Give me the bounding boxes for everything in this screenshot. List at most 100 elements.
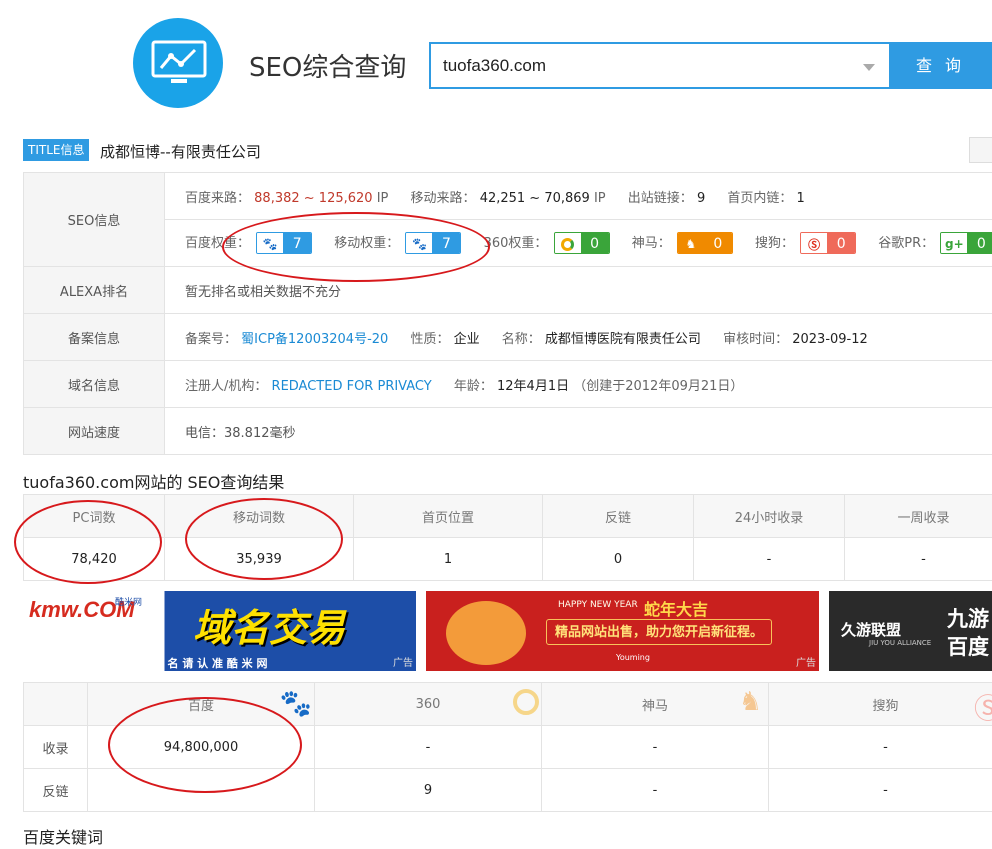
info-table: SEO信息 百度来路： 88,382 ~ 125,620 IP 移动来路： 42… [23,172,992,455]
brand-title: SEO综合查询 [249,53,407,83]
ad-tag: 广告 [796,658,816,669]
pc-words-value[interactable]: 78,420 [23,537,165,581]
mobile-traffic-label: 移动来路： [410,190,476,206]
shenma-horse-icon: ♞ [677,233,704,254]
ad-banner-kmw[interactable]: kmw.COM 酷米网 域名交易 买 卖 域 名 请 认 准 酷 米 网 广告 [23,591,416,671]
baidu-header: 百度 [187,698,214,714]
baidu-backlinks-value [87,768,315,812]
weight360-badge[interactable]: 0 [553,232,610,255]
col-pc-words: PC词数 [23,494,165,538]
weight360-label: 360权重： [483,235,548,251]
mobile-weight-value: 7 [432,233,461,254]
google-plus-icon: g+ [941,233,968,254]
sogou-header: 搜狗 [872,698,899,714]
baidu-weight-badge[interactable]: 🐾 7 [256,232,313,255]
360-index-value: - [314,725,542,769]
ip-unit: IP [376,190,389,206]
site-logo[interactable] [133,18,223,108]
nature-label: 性质： [410,331,450,347]
backlinks-value[interactable]: 0 [542,537,694,581]
ad2-main: 精品网站出售，助力您开启新征程。 [546,619,773,645]
created-date: （创建于2012年09月21日） [573,378,744,394]
google-pr-badge[interactable]: g+ 0 [940,232,992,255]
outbound-value[interactable]: 9 [697,191,705,206]
nature-value: 企业 [453,331,480,347]
sogou-index-value: - [768,725,992,769]
company-name-label: 名称： [501,331,541,347]
ad3-brand: 久游联盟 [841,621,902,639]
col-24h-index: 24小时收录 [693,494,845,538]
360-icon [513,689,539,715]
google-label: 谷歌PR： [878,235,935,251]
layers-icon[interactable] [969,137,992,163]
google-value: 0 [967,233,992,254]
24h-index-value: - [693,537,845,581]
alexa-value: 暂无排名或相关数据不充分 [164,266,992,314]
corner-cell [23,682,88,726]
registrant-link[interactable]: REDACTED FOR PRIVACY [272,379,432,394]
col-360: 360 [314,682,542,726]
mobile-traffic-value[interactable]: 42,251 ~ 70,869 [480,191,590,206]
search-button[interactable]: 查 询 [889,42,992,89]
home-links-label: 首页内链： [727,190,793,206]
shenma-badge[interactable]: ♞ 0 [676,232,733,255]
ad3-sub: JIU YOU ALLIANCE [869,639,932,647]
col-home-position: 首页位置 [353,494,543,538]
registrant-label: 注册人/机构： [185,378,268,394]
alexa-label: ALEXA排名 [23,266,165,314]
shenma-index-value: - [541,725,769,769]
dropdown-icon[interactable] [863,64,875,71]
ad-banner-newyear[interactable]: HAPPY NEW YEAR 蛇年大吉 精品网站出售，助力您开启新征程。 You… [426,591,819,671]
baidu-weight-label: 百度权重： [185,235,251,251]
row-index-label: 收录 [23,725,88,769]
icp-link[interactable]: 蜀ICP备12003204号-20 [241,332,388,347]
sogou-s-icon: Ⓢ [973,692,992,725]
mobile-weight-label: 移动权重： [334,235,400,251]
audit-time-value: 2023-09-12 [792,331,868,347]
age-value: 12年4月1日 [497,378,570,394]
col-mobile-words: 移动词数 [164,494,354,538]
shenma-label: 神马： [631,235,671,251]
home-position-value[interactable]: 1 [353,537,543,581]
paw-icon: 🐾 [406,233,433,254]
ad-banner-jiuyou[interactable]: 久游联盟 JIU YOU ALLIANCE 九游 百度 [829,591,992,671]
ip-unit: IP [593,190,606,206]
icp-label: 备案号： [185,331,238,347]
home-links-value[interactable]: 1 [797,191,805,206]
page-title-text: 成都恒博--有限责任公司 [100,143,261,161]
paw-icon: 🐾 [257,233,284,254]
ad3-side: 九游 [947,607,989,631]
kmw-logo-small: 酷米网 [115,598,143,608]
mobile-weight-badge[interactable]: 🐾 7 [405,232,462,255]
outbound-label: 出站链接： [627,190,693,206]
speed-value: 电信：38.812毫秒 [164,407,992,455]
baidu-index-value[interactable]: 94,800,000 [87,725,315,769]
sogou-badge[interactable]: Ⓢ 0 [800,232,857,255]
domain-label: 域名信息 [23,360,165,408]
beian-row: 备案号： 蜀ICP备12003204号-20 性质： 企业 名称： 成都恒博医院… [164,313,992,361]
monitor-chart-icon [151,40,207,83]
search-input[interactable] [443,54,863,78]
company-name-value: 成都恒博医院有限责任公司 [544,331,701,347]
ad1-headline: 域名交易 [193,606,346,650]
weight360-value: 0 [580,233,609,254]
shenma-horse-icon: ♞ [738,687,762,717]
weights-row: 百度权重： 🐾 7 移动权重： 🐾 7 360权重： 0 神马： ♞ 0 搜狗： [164,219,992,267]
baidu-paw-icon: 🐾 [279,689,312,719]
sogou-label: 搜狗： [755,235,795,251]
ad1-subline: 买 卖 域 名 请 认 准 酷 米 网 [123,657,268,670]
baidu-traffic-value[interactable]: 88,382 ~ 125,620 [254,191,372,206]
ad3-side2: 百度 [947,635,989,659]
ad2-title: 蛇年大吉 [644,600,709,619]
shenma-backlinks-value: - [541,768,769,812]
sogou-value: 0 [827,233,856,254]
col-shenma: 神马 ♞ [541,682,769,726]
domain-row: 注册人/机构： REDACTED FOR PRIVACY 年龄： 12年4月1日… [164,360,992,408]
baidu-weight-value: 7 [283,233,312,254]
engine-stats-table: 百度 🐾 360 神马 ♞ 搜狗 Ⓢ 收录 94,800,000 - - - 反链 9… [23,682,992,812]
360-backlinks-value[interactable]: 9 [314,768,542,812]
360-header: 360 [415,696,441,712]
shenma-value: 0 [703,233,732,254]
mobile-words-value[interactable]: 35,939 [164,537,354,581]
sogou-backlinks-value: - [768,768,992,812]
